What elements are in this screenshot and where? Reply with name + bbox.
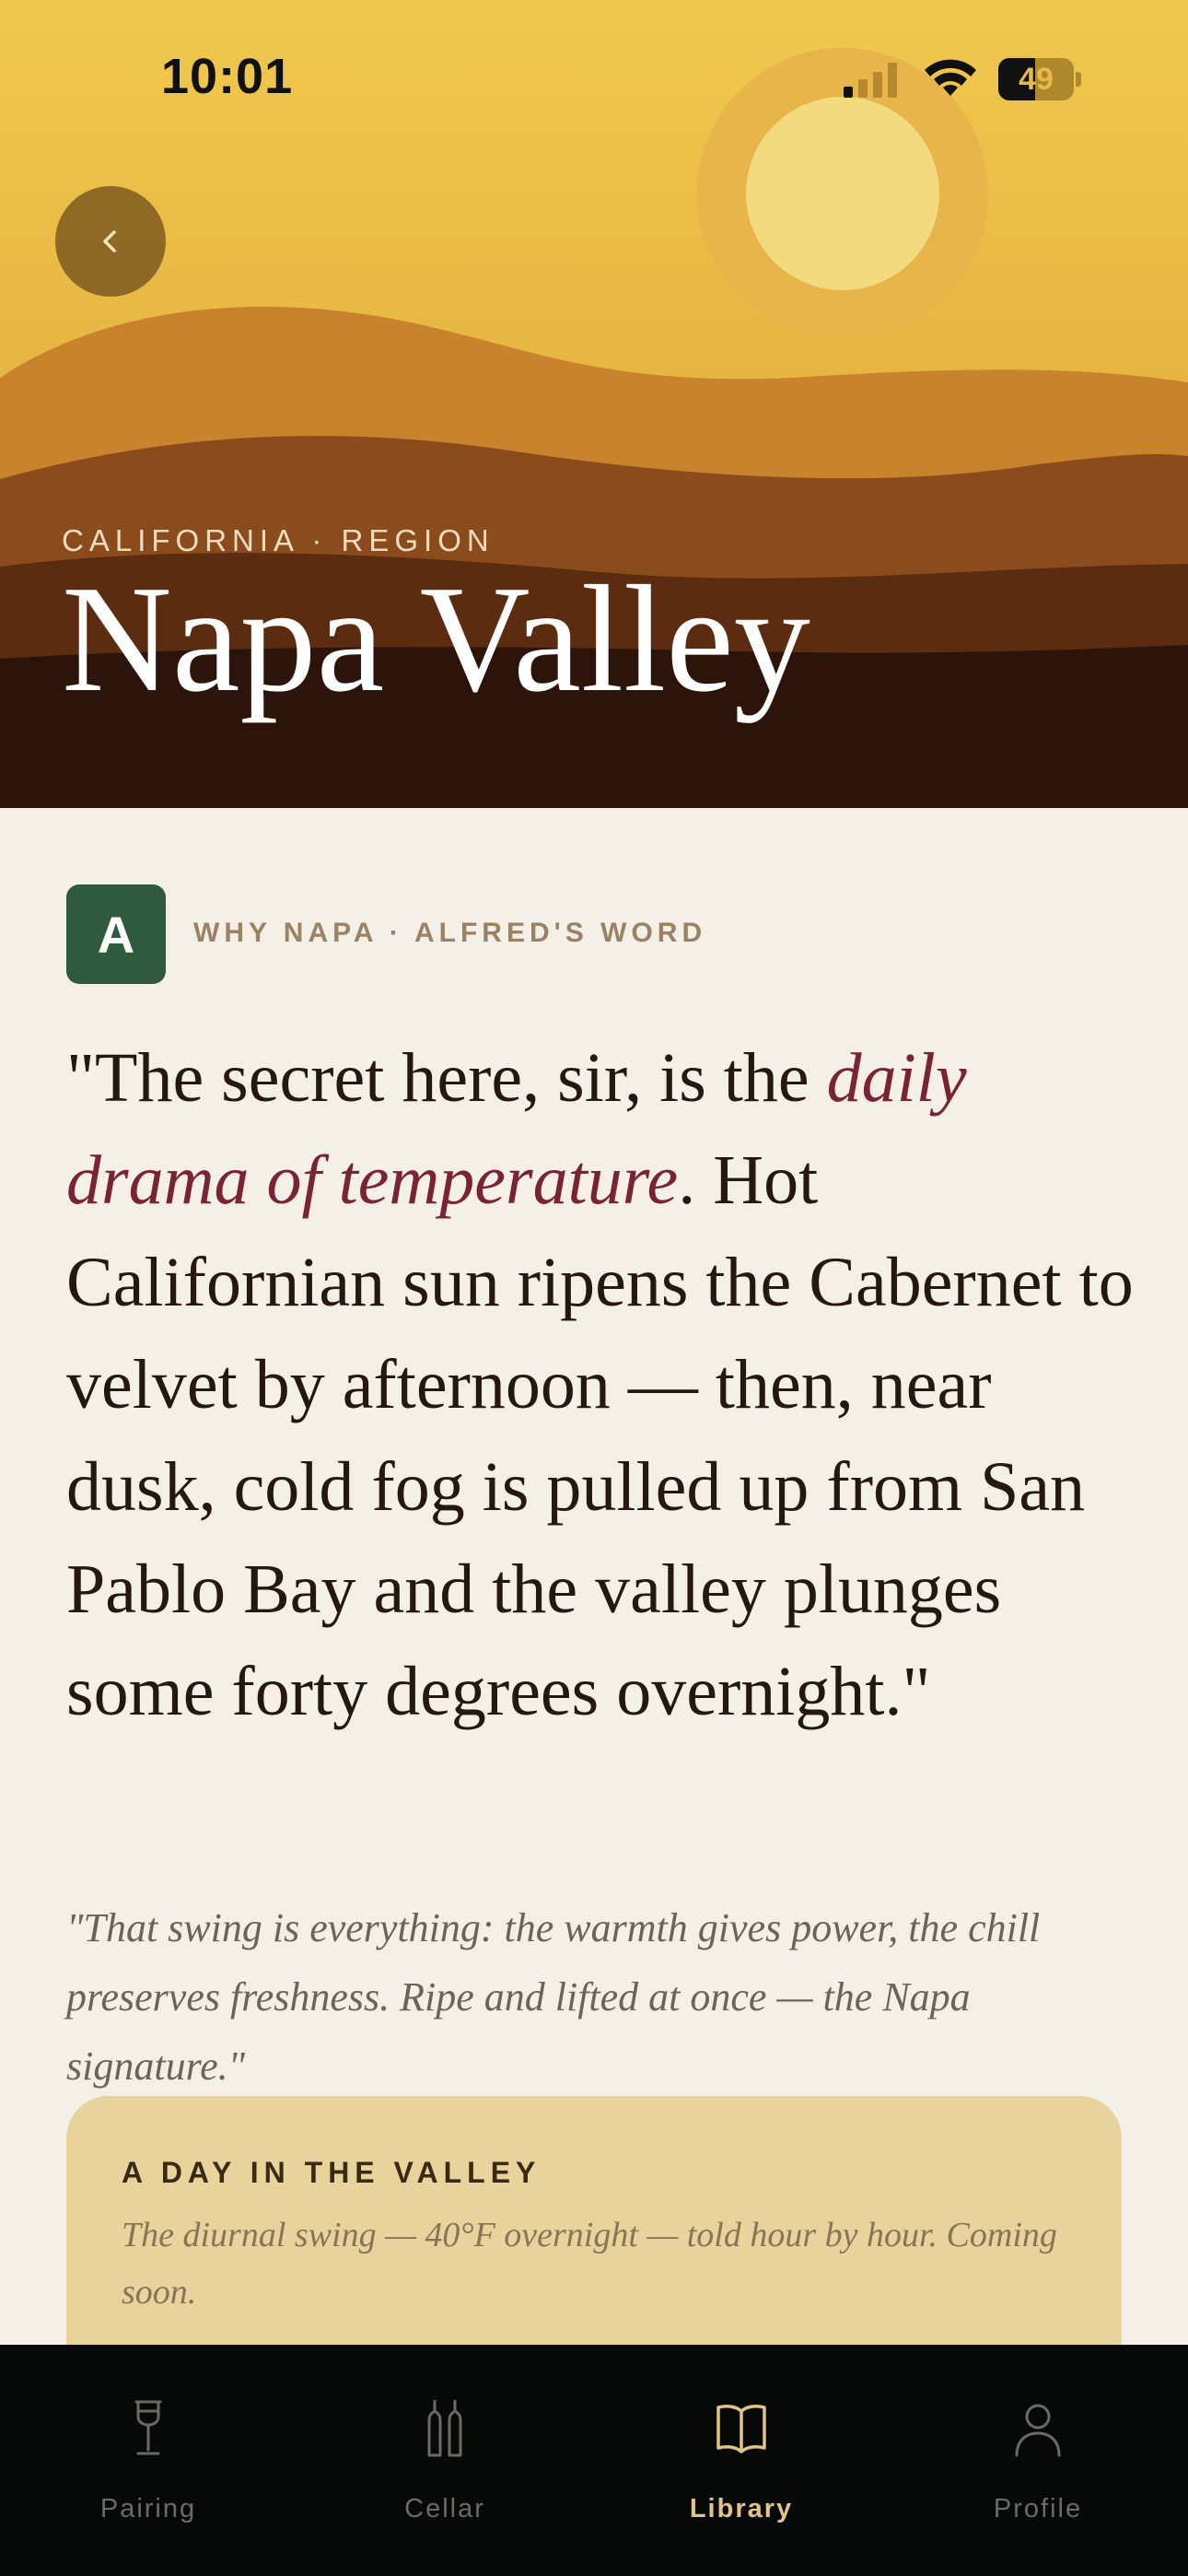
status-time: 10:01: [161, 49, 294, 104]
battery-icon: 49: [998, 58, 1081, 100]
tab-pairing[interactable]: Pairing: [0, 2345, 297, 2576]
hero-banner: 10:01 49 CALIFORNIA · REGION Napa Valley: [0, 0, 1188, 808]
main-quote: "The secret here, sir, is the daily dram…: [66, 1027, 1135, 1743]
sub-quote: "That swing is everything: the warmth gi…: [66, 1905, 1041, 2089]
quote-text-start: "The secret here, sir, is the: [66, 1039, 827, 1117]
card-description: The diurnal swing — 40°F overnight — tol…: [122, 2216, 1057, 2312]
tab-label-profile: Profile: [993, 2494, 1083, 2523]
section-label: WHY NAPA · ALFRED'S WORD: [193, 918, 707, 948]
tab-bar: Pairing Cellar Library Profile: [0, 2345, 1188, 2576]
tab-label-library: Library: [689, 2494, 794, 2523]
chevron-left-icon: [103, 230, 116, 252]
tab-profile[interactable]: Profile: [890, 2345, 1186, 2576]
battery-percent: 49: [1019, 62, 1054, 97]
tab-library[interactable]: Library: [593, 2345, 890, 2576]
page-title: Napa Valley: [62, 554, 810, 723]
card-title: A DAY IN THE VALLEY: [122, 2156, 542, 2189]
tab-label-cellar: Cellar: [404, 2494, 485, 2523]
cellular-signal-icon: [844, 63, 897, 98]
book-icon: [716, 2405, 766, 2453]
person-icon: [1015, 2404, 1061, 2457]
back-button[interactable]: [55, 186, 166, 297]
tab-cellar[interactable]: Cellar: [297, 2345, 593, 2576]
tab-label-pairing: Pairing: [99, 2494, 197, 2523]
quote-text-end: . Hot Californian sun ripens the Caberne…: [66, 1142, 1134, 1730]
bottles-icon: [427, 2400, 462, 2457]
status-bar: 10:01 49: [0, 0, 1188, 157]
wine-glass-icon: [134, 2400, 162, 2455]
avatar: A: [66, 884, 166, 984]
wifi-icon: [925, 59, 976, 96]
